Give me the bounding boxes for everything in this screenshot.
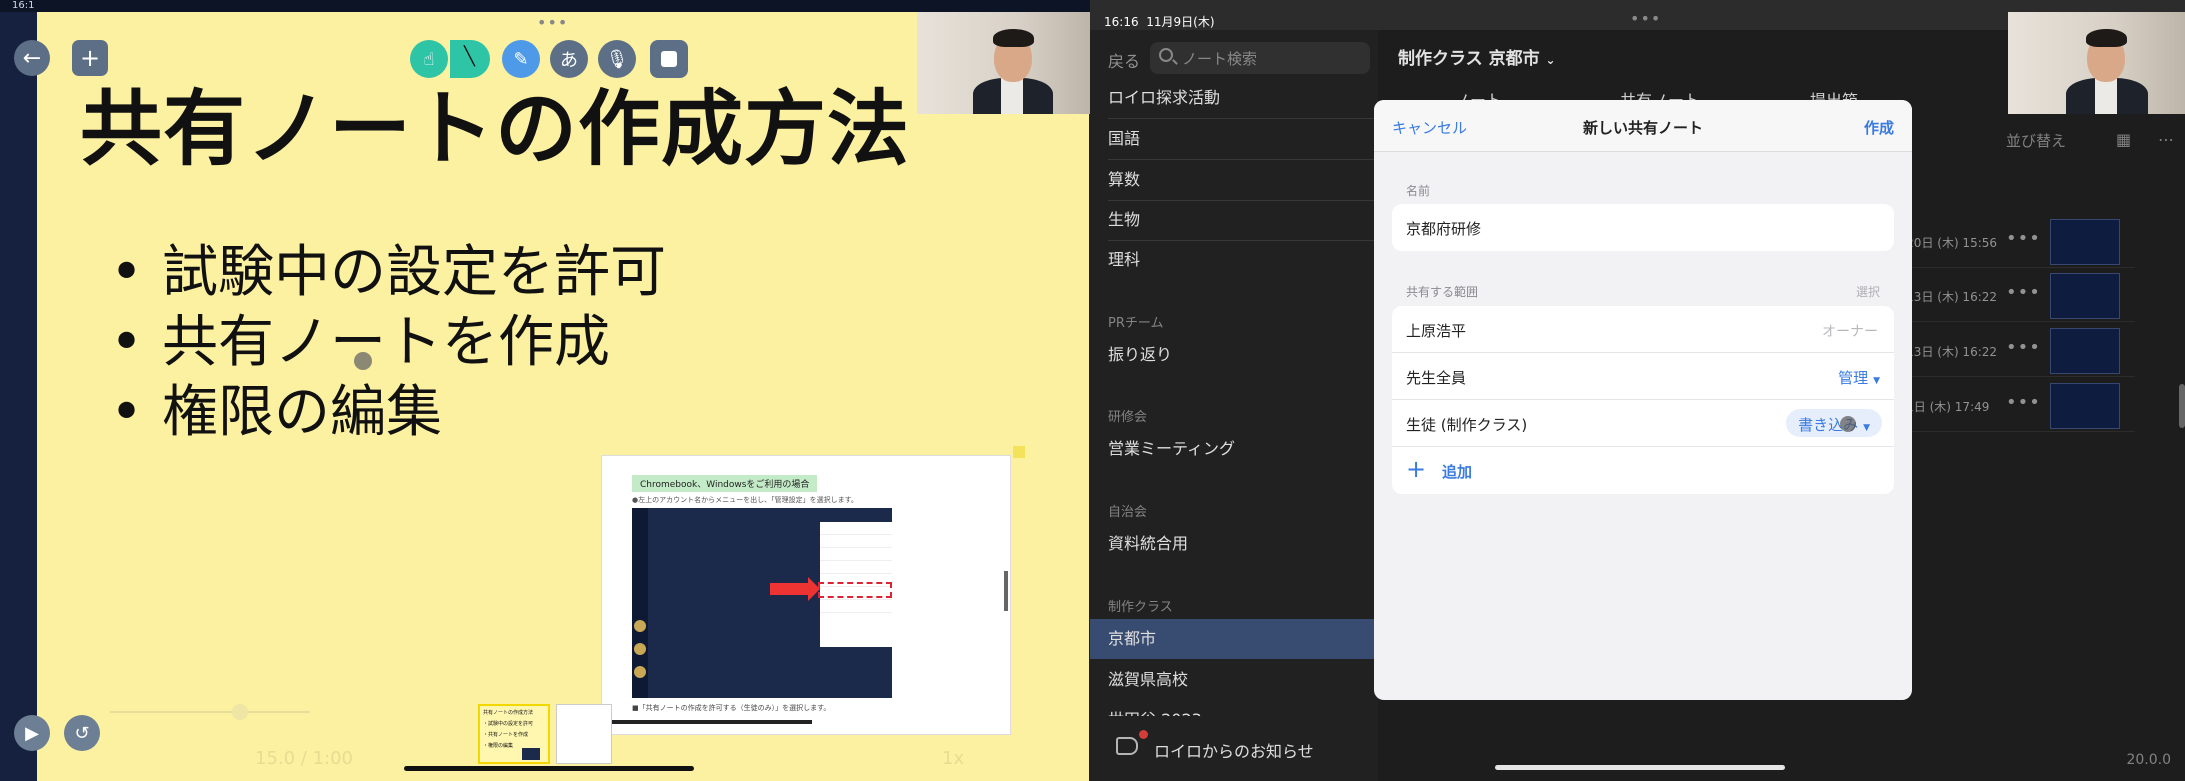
red-arrow-icon bbox=[770, 577, 820, 601]
scope-label: 共有する範囲 bbox=[1406, 285, 1479, 299]
ipad-app: 戻る ノート検索 ロイロ探求活動 国語 算数 生物 理科 PRチーム 振り返り … bbox=[1090, 12, 2185, 781]
bullet-item: 試験中の設定を許可 bbox=[110, 238, 666, 308]
slide-title: 共有ノートの作成方法 bbox=[80, 82, 911, 177]
create-button[interactable]: 作成 bbox=[1864, 117, 1894, 138]
thumb-scrollbar[interactable] bbox=[1004, 571, 1008, 611]
playback-progress-track[interactable] bbox=[110, 711, 310, 713]
rewind-icon: ↺ bbox=[74, 722, 90, 744]
member-name: 先生全員 bbox=[1406, 369, 1467, 387]
thumb-footer-text: ■「共有ノートの作成を許可する（生徒のみ）」を選択します。 bbox=[632, 704, 831, 712]
back-button[interactable]: ← bbox=[14, 40, 50, 76]
left-home-indicator[interactable] bbox=[404, 766, 694, 771]
thumb-caption: Chromebook、Windowsをご利用の場合 bbox=[632, 475, 818, 492]
status-time: 16:16 11月9日(木) bbox=[1104, 13, 1215, 30]
thumb-menu-item bbox=[820, 561, 892, 574]
mini-slide-current[interactable]: 共有ノートの作成方法 ・試験中の設定を許可 ・共有ノートを作成 ・権限の編集 bbox=[478, 704, 550, 764]
split-screen: 16:1 ← + ••• ☝ ╲ ✎ あ 🎙 共有ノートの作成方法 試験中の設定… bbox=[0, 0, 2185, 781]
dialog-title: 新しい共有ノート bbox=[1582, 119, 1703, 137]
add-label: 追加 bbox=[1442, 463, 1473, 481]
thumb-menu-item bbox=[820, 600, 892, 613]
presenter-shirt bbox=[1001, 78, 1023, 114]
back-arrow-icon: ← bbox=[22, 45, 42, 71]
multitask-dots-icon[interactable]: ••• bbox=[1630, 11, 1661, 27]
members-list: 上原浩平 オーナー 先生全員 管理 ▼ 生徒 (制作クラス) 書き込み▼ + bbox=[1392, 306, 1894, 494]
thumb-avatar bbox=[634, 643, 646, 655]
right-screen: 戻る ノート検索 ロイロ探求活動 国語 算数 生物 理科 PRチーム 振り返り … bbox=[1090, 0, 2185, 781]
member-row[interactable]: 生徒 (制作クラス) 書き込み ▼ bbox=[1392, 400, 1894, 447]
mini-slide-line: ・共有ノートを作成 bbox=[483, 732, 529, 738]
name-label: 名前 bbox=[1406, 184, 1431, 198]
member-name: 上原浩平 bbox=[1406, 322, 1467, 340]
multitask-dots-icon[interactable]: ••• bbox=[537, 15, 568, 31]
mini-slide-next[interactable] bbox=[556, 704, 612, 764]
thumb-menu-item bbox=[820, 535, 892, 548]
thumb-highlight-box bbox=[818, 582, 892, 598]
thumb-menu-item bbox=[820, 548, 892, 561]
play-icon: ▶ bbox=[25, 722, 39, 744]
member-role: オーナー bbox=[1822, 324, 1878, 340]
presenter-camera-left bbox=[917, 12, 1090, 114]
left-status-bar: 16:1 bbox=[0, 0, 1090, 12]
thumb-avatar bbox=[634, 620, 646, 632]
presenter-hair bbox=[993, 29, 1034, 47]
thumb-avatar bbox=[634, 666, 646, 678]
thumb-side-rail bbox=[632, 508, 648, 698]
dialog-header: キャンセル 新しい共有ノート 作成 bbox=[1374, 100, 1912, 152]
left-frame bbox=[0, 12, 37, 781]
playback-speed[interactable]: 1x bbox=[942, 748, 964, 769]
caret-down-icon: ▼ bbox=[1873, 376, 1880, 386]
bullet-item: 権限の編集 bbox=[110, 378, 666, 448]
presenter-hair bbox=[2086, 29, 2127, 47]
touch-pointer bbox=[1840, 416, 1856, 432]
left-screen: 16:1 ← + ••• ☝ ╲ ✎ あ 🎙 共有ノートの作成方法 試験中の設定… bbox=[0, 0, 1090, 781]
touch-pointer bbox=[354, 352, 372, 370]
thumb-subtext: ●左上のアカウント名からメニューを出し、「管理設定」を選択します。 bbox=[632, 496, 858, 504]
mini-slide-line: ・試験中の設定を許可 bbox=[483, 721, 534, 727]
right-home-indicator[interactable] bbox=[1495, 765, 1785, 770]
left-status-time: 16:1 bbox=[12, 0, 35, 11]
side-handle[interactable] bbox=[2179, 384, 2185, 428]
thumb-menu-item bbox=[820, 522, 892, 535]
sticky-marker bbox=[1013, 446, 1025, 458]
slide-bullets: 試験中の設定を許可 共有ノートを作成 権限の編集 bbox=[110, 238, 666, 448]
playback-time-readout: 15.0 / 1:00 bbox=[255, 748, 354, 769]
member-row[interactable]: 先生全員 管理 ▼ bbox=[1392, 353, 1894, 400]
name-field-value: 京都府研修 bbox=[1406, 220, 1482, 238]
rewind-button[interactable]: ↺ bbox=[64, 715, 100, 751]
new-shared-note-dialog: キャンセル 新しい共有ノート 作成 名前 京都府研修 共有する範囲 選択 上原浩… bbox=[1374, 100, 1912, 700]
role-dropdown[interactable]: 書き込み ▼ bbox=[1786, 409, 1882, 437]
status-time-value: 16:16 bbox=[1104, 15, 1139, 29]
mini-slide-title: 共有ノートの作成方法 bbox=[483, 710, 534, 716]
presenter-shirt bbox=[2095, 78, 2117, 114]
bullet-text-part: 共有ノ bbox=[162, 310, 330, 375]
playback-progress-thumb[interactable] bbox=[232, 704, 248, 720]
member-row[interactable]: 上原浩平 オーナー bbox=[1392, 306, 1894, 353]
name-field[interactable]: 京都府研修 bbox=[1392, 204, 1894, 251]
status-date: 11月9日(木) bbox=[1146, 15, 1215, 29]
embedded-screenshot-card[interactable]: Chromebook、Windowsをご利用の場合 ●左上のアカウント名からメニ… bbox=[601, 455, 1011, 735]
member-name: 生徒 (制作クラス) bbox=[1406, 416, 1528, 434]
presenter-camera-right bbox=[2008, 12, 2185, 114]
role-dropdown[interactable]: 管理 ▼ bbox=[1838, 367, 1880, 388]
role-dropdown-value: 管理 bbox=[1838, 369, 1869, 387]
thumb-app-screenshot bbox=[632, 508, 892, 698]
play-button[interactable]: ▶ bbox=[14, 715, 50, 751]
caret-down-icon: ▼ bbox=[1863, 423, 1870, 433]
thumb-divider bbox=[602, 720, 812, 724]
mini-slide-image bbox=[522, 748, 540, 760]
select-button[interactable]: 選択 bbox=[1856, 283, 1880, 300]
plus-icon: + bbox=[1405, 455, 1427, 483]
bullet-item: 共有ノートを作成 bbox=[110, 308, 666, 378]
add-member-button[interactable]: + 追加 bbox=[1392, 447, 1894, 494]
bullet-text-part: ートを作成 bbox=[330, 310, 610, 375]
